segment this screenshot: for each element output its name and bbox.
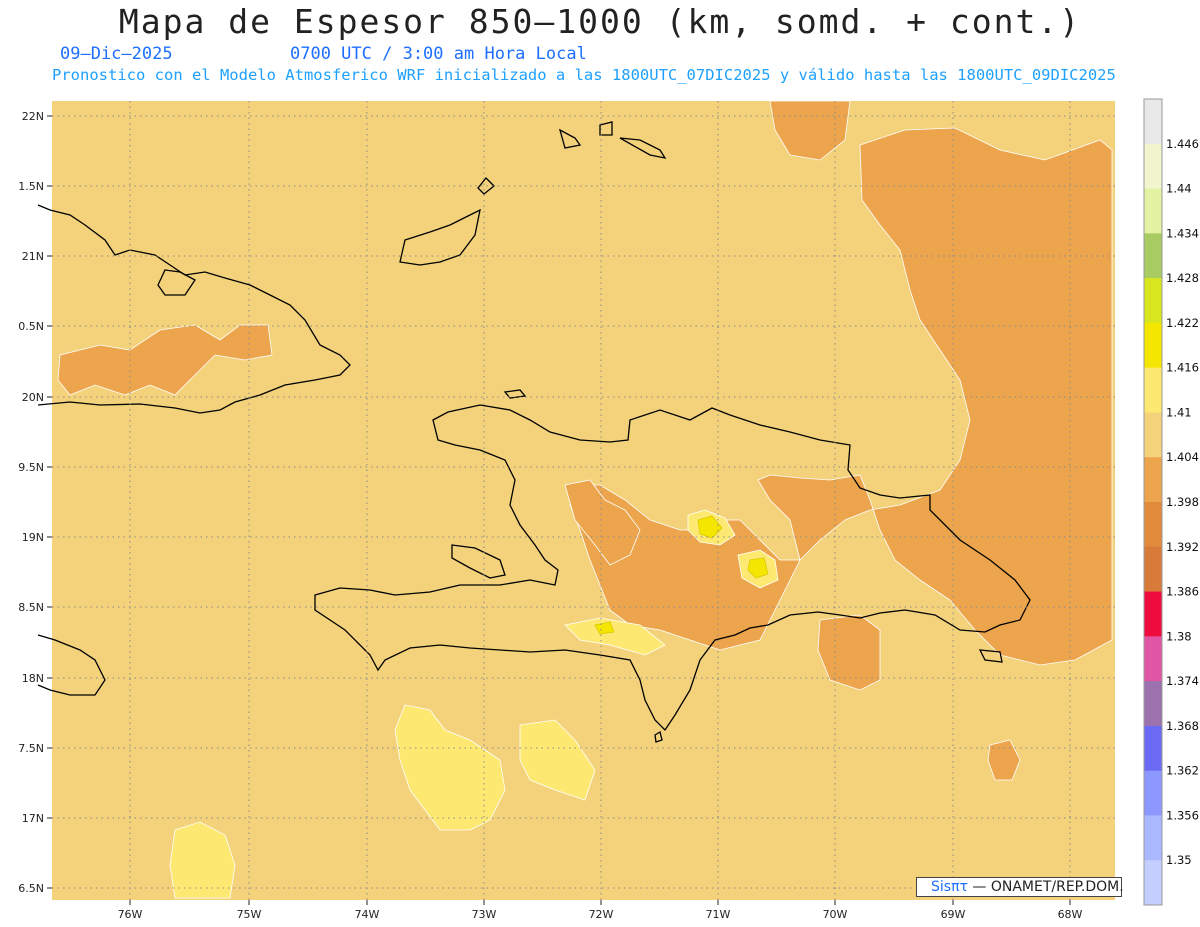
colorbar-swatch xyxy=(1144,143,1162,190)
lon-label: 70W xyxy=(823,908,848,921)
colorbar-swatch xyxy=(1144,681,1162,727)
colorbar-label: 1.428 xyxy=(1166,271,1199,285)
lat-label: 22N xyxy=(22,110,44,123)
colorbar-swatch xyxy=(1144,322,1162,369)
lon-label: 75W xyxy=(237,908,262,921)
colorbar-label: 1.356 xyxy=(1166,808,1199,822)
colorbar-label: 1.434 xyxy=(1166,226,1199,240)
colorbar-swatch xyxy=(1144,546,1162,593)
lon-labels: 76W 75W 74W 73W 72W 71W 70W 69W 68W xyxy=(118,908,1083,921)
credit-box: Sisπτ — ONAMET/REP.DOM. xyxy=(916,877,1124,897)
colorbar-swatch xyxy=(1144,815,1162,861)
colorbar-label: 1.386 xyxy=(1166,585,1199,599)
colorbar-swatch xyxy=(1144,278,1162,324)
colorbar-label: 1.368 xyxy=(1166,719,1199,733)
lon-label: 68W xyxy=(1058,908,1083,921)
lat-label: 0.5N xyxy=(18,320,44,333)
lat-labels: 22N 1.5N 21N 0.5N 20N 9.5N 19N 8.5N 18N … xyxy=(18,110,44,895)
colorbar-swatch xyxy=(1144,412,1162,458)
lon-label: 69W xyxy=(941,908,966,921)
colorbar-swatch xyxy=(1144,188,1162,234)
colorbar: 1.446 1.44 1.434 1.428 1.422 1.416 1.41 1.404 1.… xyxy=(1143,98,1199,906)
colorbar-swatch xyxy=(1144,502,1162,548)
colorbar-swatch xyxy=(1144,233,1162,279)
lat-label: 8.5N xyxy=(18,601,44,614)
lon-label: 71W xyxy=(706,908,731,921)
lon-label: 73W xyxy=(472,908,497,921)
colorbar-swatch xyxy=(1144,591,1162,637)
lat-label: 18N xyxy=(22,672,44,685)
colorbar-swatch xyxy=(1144,770,1162,816)
colorbar-label: 1.398 xyxy=(1166,495,1199,509)
colorbar-label: 1.41 xyxy=(1166,405,1192,419)
colorbar-label: 1.446 xyxy=(1166,137,1199,151)
lat-label: 9.5N xyxy=(18,461,44,474)
colorbar-label: 1.35 xyxy=(1166,853,1192,867)
lat-label: 21N xyxy=(22,250,44,263)
colorbar-swatch xyxy=(1144,636,1162,682)
colorbar-swatch xyxy=(1144,457,1162,503)
colorbar-label: 1.392 xyxy=(1166,540,1199,554)
colorbar-label: 1.416 xyxy=(1166,361,1199,375)
lon-label: 76W xyxy=(118,908,143,921)
thickness-map: 22N 1.5N 21N 0.5N 20N 9.5N 19N 8.5N 18N … xyxy=(18,98,1199,921)
colorbar-label: 1.404 xyxy=(1166,450,1199,464)
colorbar-swatch xyxy=(1144,99,1162,145)
colorbar-label: 1.374 xyxy=(1166,674,1199,688)
colorbar-swatch xyxy=(1144,367,1162,413)
lon-label: 74W xyxy=(355,908,380,921)
colorbar-label: 1.422 xyxy=(1166,316,1199,330)
colorbar-label: 1.38 xyxy=(1166,629,1192,643)
lat-label: 6.5N xyxy=(18,882,44,895)
colorbar-label: 1.44 xyxy=(1166,182,1192,196)
colorbar-swatch xyxy=(1144,725,1162,772)
lat-label: 7.5N xyxy=(18,742,44,755)
lon-label: 72W xyxy=(589,908,614,921)
lat-label: 20N xyxy=(22,391,44,404)
lat-label: 1.5N xyxy=(18,180,44,193)
credit-brand: Sisπτ xyxy=(931,879,968,895)
colorbar-swatch xyxy=(1144,860,1162,906)
credit-text: — ONAMET/REP.DOM. xyxy=(967,879,1124,895)
colorbar-label: 1.362 xyxy=(1166,764,1199,778)
lat-label: 19N xyxy=(22,531,44,544)
lat-label: 17N xyxy=(22,812,44,825)
